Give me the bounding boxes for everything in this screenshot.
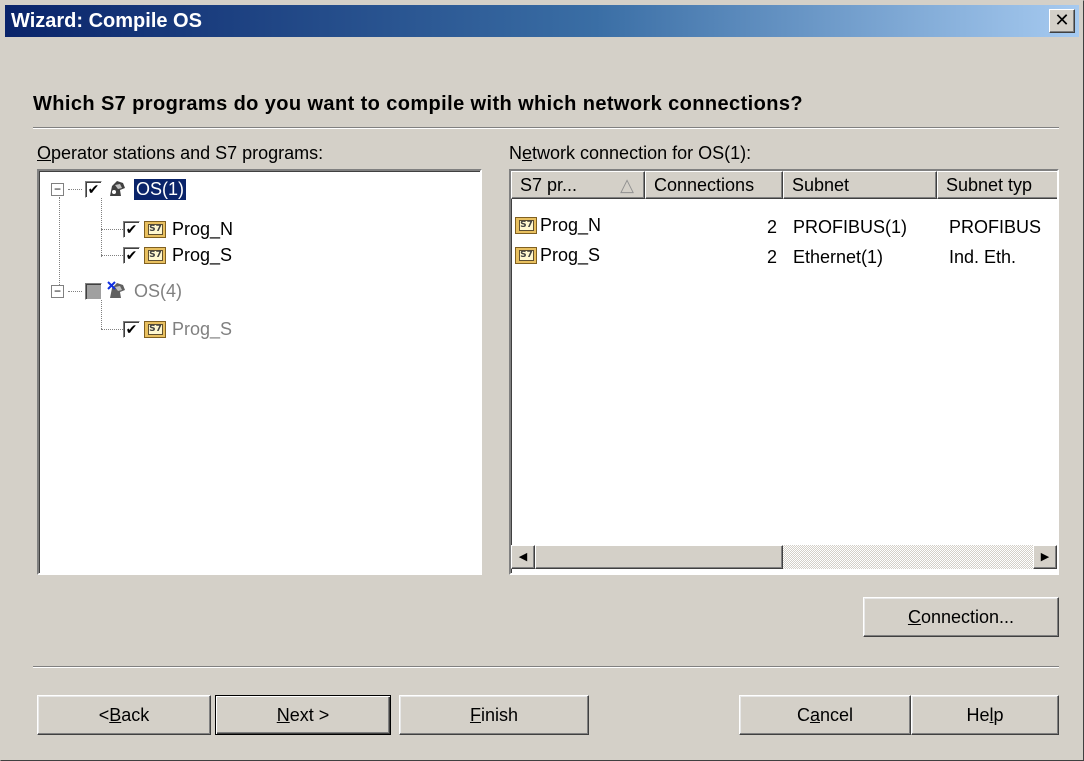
s7-program-icon: S7 xyxy=(515,247,537,264)
title-bar: Wizard: Compile OS ✕ xyxy=(5,5,1079,37)
heading-separator xyxy=(33,127,1059,129)
subnet-cell: Ethernet(1) xyxy=(793,247,884,267)
collapse-icon[interactable]: − xyxy=(51,284,64,298)
os1-checkbox[interactable]: ✔ xyxy=(85,180,102,198)
subnet-type-cell: PROFIBUS xyxy=(949,217,1042,237)
s7-program-icon: S7 xyxy=(144,246,166,264)
column-header-connections[interactable]: Connections xyxy=(645,171,783,199)
network-panel-label: Network connection for OS(1): xyxy=(509,143,752,163)
close-icon: ✕ xyxy=(1054,10,1070,30)
close-button[interactable]: ✕ xyxy=(1049,9,1075,33)
tree-node-prog-s[interactable]: ✔ S7 Prog_S xyxy=(123,243,232,267)
prog-n-checkbox[interactable]: ✔ xyxy=(123,220,140,238)
s7-program-icon: S7 xyxy=(144,320,166,338)
next-button[interactable]: Next > xyxy=(215,695,391,735)
tree-node-os4[interactable]: − OS(4) xyxy=(51,279,182,303)
subnet-type-cell: Ind. Eth. xyxy=(949,247,1017,267)
table-row[interactable]: S7 Prog_S xyxy=(515,245,600,266)
horizontal-scrollbar[interactable]: ◀ ▶ xyxy=(511,545,1057,569)
cancel-button[interactable]: Ca ncel xyxy=(739,695,911,735)
operator-station-tree[interactable]: − ✔ OS(1) ✔ S7 Prog_N ✔ S7 Prog_S − OS(4… xyxy=(37,169,482,575)
finish-button[interactable]: Finish xyxy=(399,695,589,735)
back-button[interactable]: < Back xyxy=(37,695,211,735)
tree-node-os4-prog-s[interactable]: ✔ S7 Prog_S xyxy=(123,317,232,341)
os4-checkbox[interactable] xyxy=(85,282,102,300)
tree-node-label: Prog_N xyxy=(172,218,234,239)
scroll-right-icon[interactable]: ▶ xyxy=(1033,545,1057,569)
s7-program-icon: S7 xyxy=(515,217,537,234)
tree-node-label: OS(1) xyxy=(132,177,188,201)
footer-separator xyxy=(33,666,1059,668)
help-button[interactable]: He l p xyxy=(911,695,1059,735)
table-row[interactable]: S7 Prog_N xyxy=(515,215,601,236)
window-title: Wizard: Compile OS xyxy=(11,9,202,32)
network-connection-list[interactable]: S7 pr... △ Connections Subnet Subnet typ … xyxy=(509,169,1059,575)
tree-panel-label: Operator stations and S7 programs: xyxy=(37,143,324,163)
disconnected-station-icon xyxy=(106,280,128,302)
column-header-subnet-type[interactable]: Subnet typ xyxy=(937,171,1057,199)
prog-s-checkbox[interactable]: ✔ xyxy=(123,246,140,264)
tree-node-label: OS(4) xyxy=(134,280,183,301)
connections-cell: 2 xyxy=(766,217,777,237)
wizard-heading: Which S7 programs do you want to compile… xyxy=(33,93,803,115)
connections-cell: 2 xyxy=(766,247,777,267)
connection-button[interactable]: Connection... xyxy=(863,597,1059,637)
tree-node-prog-n[interactable]: ✔ S7 Prog_N xyxy=(123,217,233,241)
tree-node-label: Prog_S xyxy=(172,318,233,339)
compile-os-dialog: Wizard: Compile OS ✕ Which S7 programs d… xyxy=(0,0,1084,761)
tree-node-label: Prog_S xyxy=(172,244,233,265)
os4-prog-s-checkbox[interactable]: ✔ xyxy=(123,320,140,338)
column-header-subnet[interactable]: Subnet xyxy=(783,171,937,199)
collapse-icon[interactable]: − xyxy=(51,182,64,196)
subnet-cell: PROFIBUS(1) xyxy=(793,217,908,237)
scrollbar-thumb[interactable] xyxy=(535,545,783,569)
column-header-program[interactable]: S7 pr... △ xyxy=(511,171,645,199)
s7-program-icon: S7 xyxy=(144,220,166,238)
operator-station-icon xyxy=(106,178,128,200)
scroll-left-icon[interactable]: ◀ xyxy=(511,545,535,569)
sort-ascending-icon: △ xyxy=(620,174,634,195)
tree-node-os1[interactable]: − ✔ OS(1) xyxy=(51,177,188,201)
